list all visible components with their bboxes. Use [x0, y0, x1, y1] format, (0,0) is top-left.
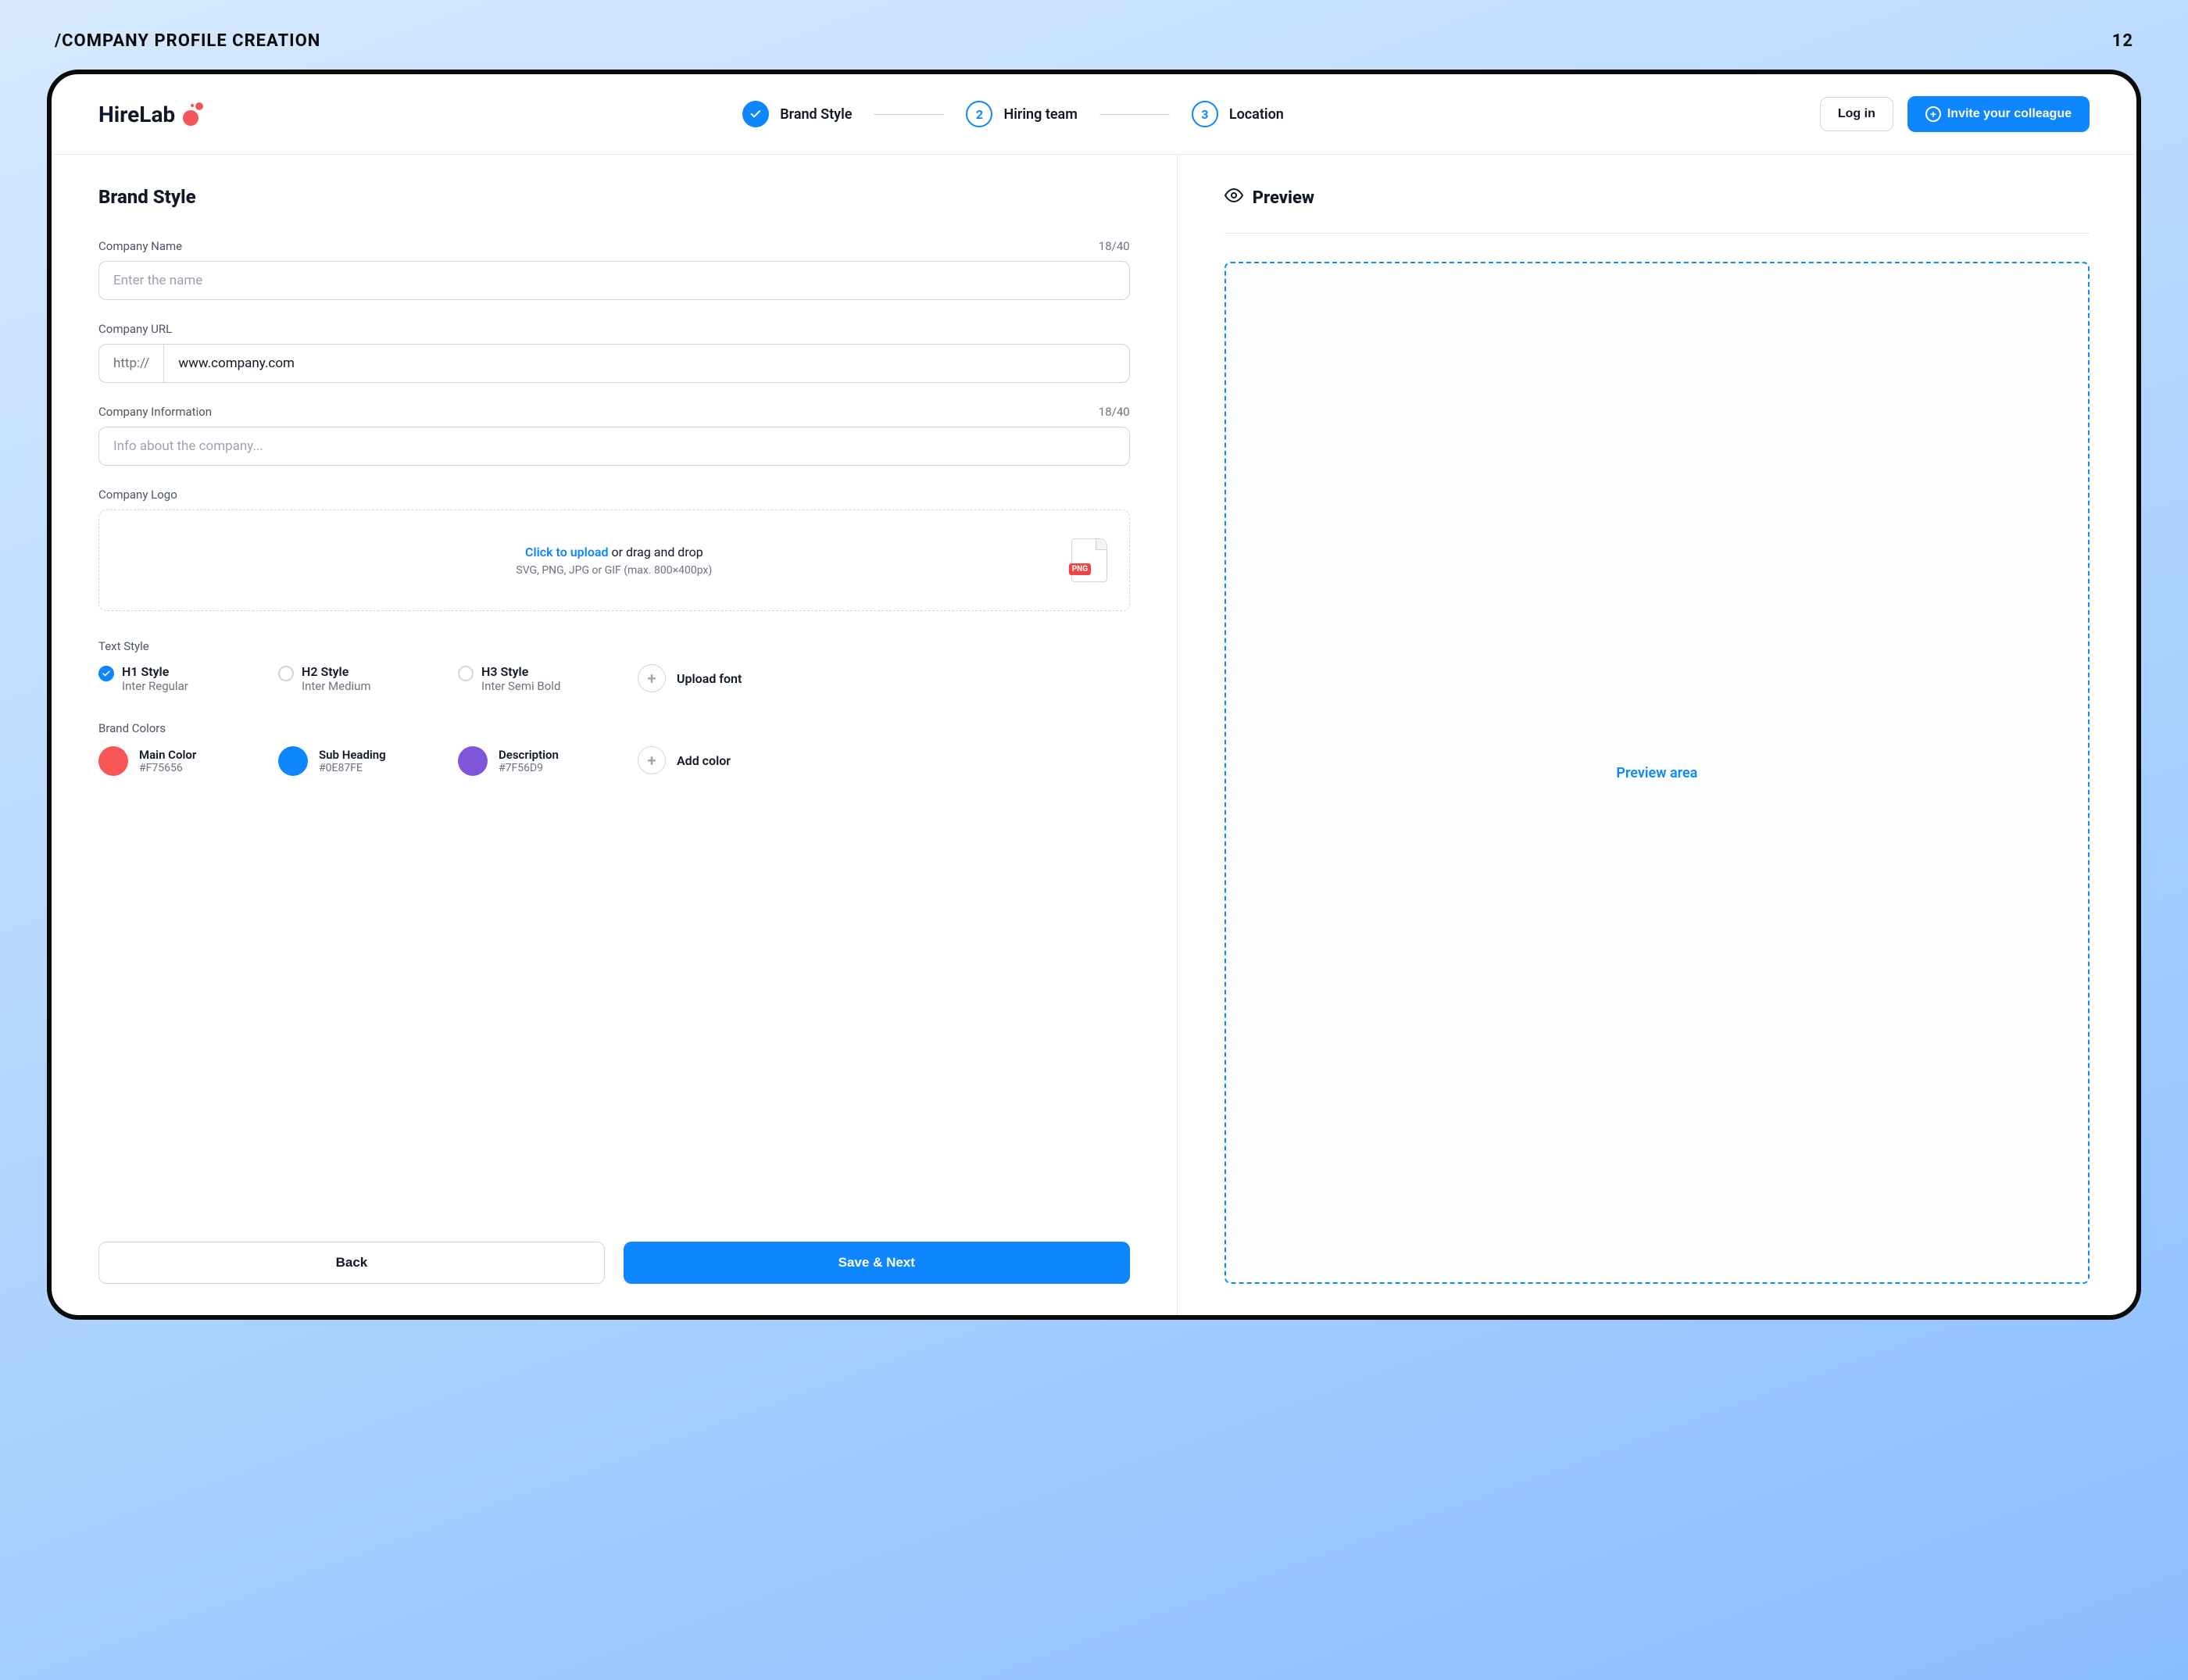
company-url-field: Company URL http:// [98, 322, 1130, 383]
topbar: HireLab Brand Style 2 Hiring team 3 Loca… [52, 74, 2136, 155]
field-label: Company Name [98, 239, 182, 253]
upload-font-label: Upload font [677, 671, 742, 686]
login-button[interactable]: Log in [1820, 97, 1893, 131]
color-name: Description [499, 748, 559, 762]
radio-unchecked-icon [458, 666, 474, 681]
option-subtitle: Inter Regular [122, 679, 188, 693]
step-label: Brand Style [780, 106, 852, 123]
step-number-icon: 3 [1192, 101, 1218, 127]
topbar-actions: Log in + Invite your colleague [1820, 96, 2090, 132]
plus-circle-icon: + [1925, 106, 1941, 122]
preview-title: Preview [1253, 188, 1314, 208]
file-thumb-icon: PNG [1071, 538, 1107, 582]
field-label: Text Style [98, 639, 1130, 653]
char-counter: 18/40 [1099, 405, 1130, 419]
brand-color-subheading[interactable]: Sub Heading #0E87FE [278, 746, 427, 776]
preview-pane: Preview Preview area [1178, 155, 2136, 1315]
color-swatch-icon [98, 746, 128, 776]
eye-icon [1224, 186, 1243, 209]
field-label: Company Information [98, 405, 212, 419]
upload-link[interactable]: Click to upload [525, 545, 609, 559]
brand-colors-field: Brand Colors Main Color #F75656 Sub Head… [98, 715, 1130, 776]
company-info-input[interactable] [98, 427, 1130, 466]
step-location[interactable]: 3 Location [1192, 101, 1284, 127]
option-subtitle: Inter Semi Bold [481, 679, 560, 693]
option-title: H1 Style [122, 664, 188, 679]
step-label: Hiring team [1003, 106, 1077, 123]
save-next-button[interactable]: Save & Next [624, 1242, 1130, 1284]
option-title: H3 Style [481, 664, 560, 679]
plus-icon: + [638, 746, 666, 774]
preview-area: Preview area [1224, 262, 2090, 1284]
company-info-field: Company Information 18/40 [98, 405, 1130, 466]
divider [1224, 233, 2090, 234]
form-title: Brand Style [98, 186, 1130, 208]
preview-header: Preview [1224, 186, 2090, 209]
step-connector [874, 114, 944, 115]
form-footer: Back Save & Next [98, 1210, 1130, 1284]
upload-hint: SVG, PNG, JPG or GIF (max. 800×400px) [516, 564, 712, 577]
company-logo-field: Company Logo Click to upload or drag and… [98, 488, 1130, 611]
step-number-icon: 2 [966, 101, 992, 127]
app-logo[interactable]: HireLab [98, 102, 206, 127]
color-swatch-icon [278, 746, 308, 776]
char-counter: 18/40 [1099, 239, 1130, 253]
file-type-badge: PNG [1069, 563, 1091, 575]
option-subtitle: Inter Medium [302, 679, 371, 693]
step-label: Location [1229, 106, 1284, 123]
field-label: Company URL [98, 322, 172, 336]
invite-colleague-button[interactable]: + Invite your colleague [1907, 96, 2090, 132]
text-style-field: Text Style H1 Style Inter Regular [98, 633, 1130, 693]
radio-checked-icon [98, 666, 114, 681]
upload-zone[interactable]: Click to upload or drag and drop SVG, PN… [98, 509, 1130, 611]
step-hiring-team[interactable]: 2 Hiring team [966, 101, 1077, 127]
add-color-label: Add color [677, 753, 731, 768]
color-name: Sub Heading [319, 748, 386, 762]
company-url-input[interactable] [163, 344, 1129, 383]
text-style-option-h2[interactable]: H2 Style Inter Medium [278, 664, 427, 693]
plus-icon: + [638, 664, 666, 692]
company-name-input[interactable] [98, 261, 1130, 300]
form-pane: Brand Style Company Name 18/40 Company U… [52, 155, 1178, 1315]
text-style-option-h3[interactable]: H3 Style Inter Semi Bold [458, 664, 606, 693]
logo-text: HireLab [98, 102, 175, 127]
company-name-field: Company Name 18/40 [98, 239, 1130, 300]
field-label: Company Logo [98, 488, 177, 502]
main-content: Brand Style Company Name 18/40 Company U… [52, 155, 2136, 1315]
step-brand-style[interactable]: Brand Style [742, 101, 852, 127]
logo-mark-icon [183, 102, 206, 126]
field-label: Brand Colors [98, 721, 1130, 735]
upload-rest: or drag and drop [609, 545, 703, 559]
back-button[interactable]: Back [98, 1242, 605, 1284]
brand-color-main[interactable]: Main Color #F75656 [98, 746, 247, 776]
add-color-button[interactable]: + Add color [638, 746, 731, 774]
brand-color-description[interactable]: Description #7F56D9 [458, 746, 606, 776]
upload-font-button[interactable]: + Upload font [638, 664, 742, 692]
color-swatch-icon [458, 746, 488, 776]
check-icon [742, 101, 769, 127]
url-prefix: http:// [98, 344, 163, 383]
color-name: Main Color [139, 748, 196, 762]
page-number: 12 [2112, 31, 2133, 51]
invite-button-label: Invite your colleague [1947, 107, 2072, 121]
color-hex: #0E87FE [319, 762, 386, 774]
color-hex: #F75656 [139, 762, 196, 774]
page-label: /COMPANY PROFILE CREATION [55, 31, 320, 51]
radio-unchecked-icon [278, 666, 294, 681]
stepper: Brand Style 2 Hiring team 3 Location [238, 101, 1789, 127]
text-style-option-h1[interactable]: H1 Style Inter Regular [98, 664, 247, 693]
option-title: H2 Style [302, 664, 371, 679]
device-frame: HireLab Brand Style 2 Hiring team 3 Loca… [47, 70, 2141, 1320]
step-connector [1099, 114, 1170, 115]
color-hex: #7F56D9 [499, 762, 559, 774]
preview-placeholder: Preview area [1616, 765, 1697, 781]
